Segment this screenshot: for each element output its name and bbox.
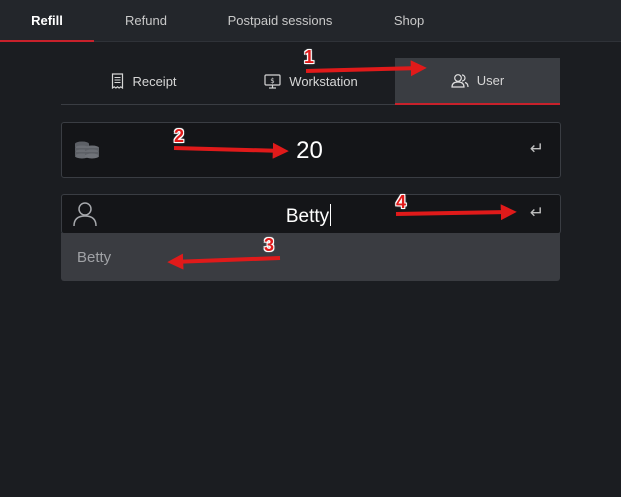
annotation-number-4: 4 xyxy=(396,192,407,212)
arrow-4 xyxy=(395,204,517,221)
annotation-number-3: 3 xyxy=(264,235,275,255)
arrow-3 xyxy=(167,253,281,270)
arrow-2 xyxy=(173,142,289,159)
annotation-arrows xyxy=(167,60,517,270)
arrow-1 xyxy=(305,60,427,77)
annotation-number-2: 2 xyxy=(174,126,185,146)
annotation-number-1: 1 xyxy=(304,47,315,67)
